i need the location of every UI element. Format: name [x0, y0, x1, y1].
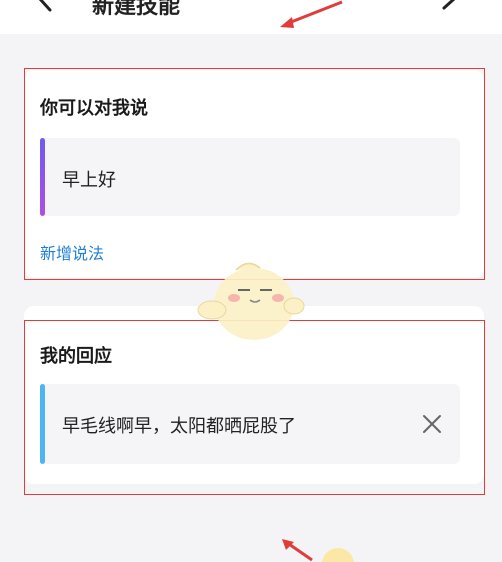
trigger-card-title: 你可以对我说	[40, 98, 148, 119]
chevron-right-icon[interactable]	[436, 0, 462, 12]
bottom-mascot-watermark	[322, 548, 354, 562]
annotation-arrow-bottom	[282, 539, 313, 562]
response-text: 早毛线啊早，太阳都晒屁股了	[62, 416, 296, 437]
response-card: 我的回应 早毛线啊早，太阳都晒屁股了	[24, 306, 484, 484]
response-accent-bar	[40, 384, 45, 464]
phrase-accent-bar	[40, 138, 45, 216]
trigger-phrase-text: 早上好	[62, 170, 116, 191]
response-item[interactable]: 早毛线啊早，太阳都晒屁股了	[40, 384, 460, 464]
back-icon[interactable]	[30, 0, 60, 14]
trigger-phrase-item[interactable]: 早上好	[40, 138, 460, 216]
add-phrase-link[interactable]: 新增说法	[40, 240, 104, 264]
trigger-card: 你可以对我说 早上好 新增说法	[24, 70, 484, 278]
top-bar: 新建技能	[0, 0, 502, 34]
close-icon[interactable]	[420, 412, 444, 436]
page-title: 新建技能	[92, 0, 181, 19]
response-card-title: 我的回应	[40, 346, 112, 367]
